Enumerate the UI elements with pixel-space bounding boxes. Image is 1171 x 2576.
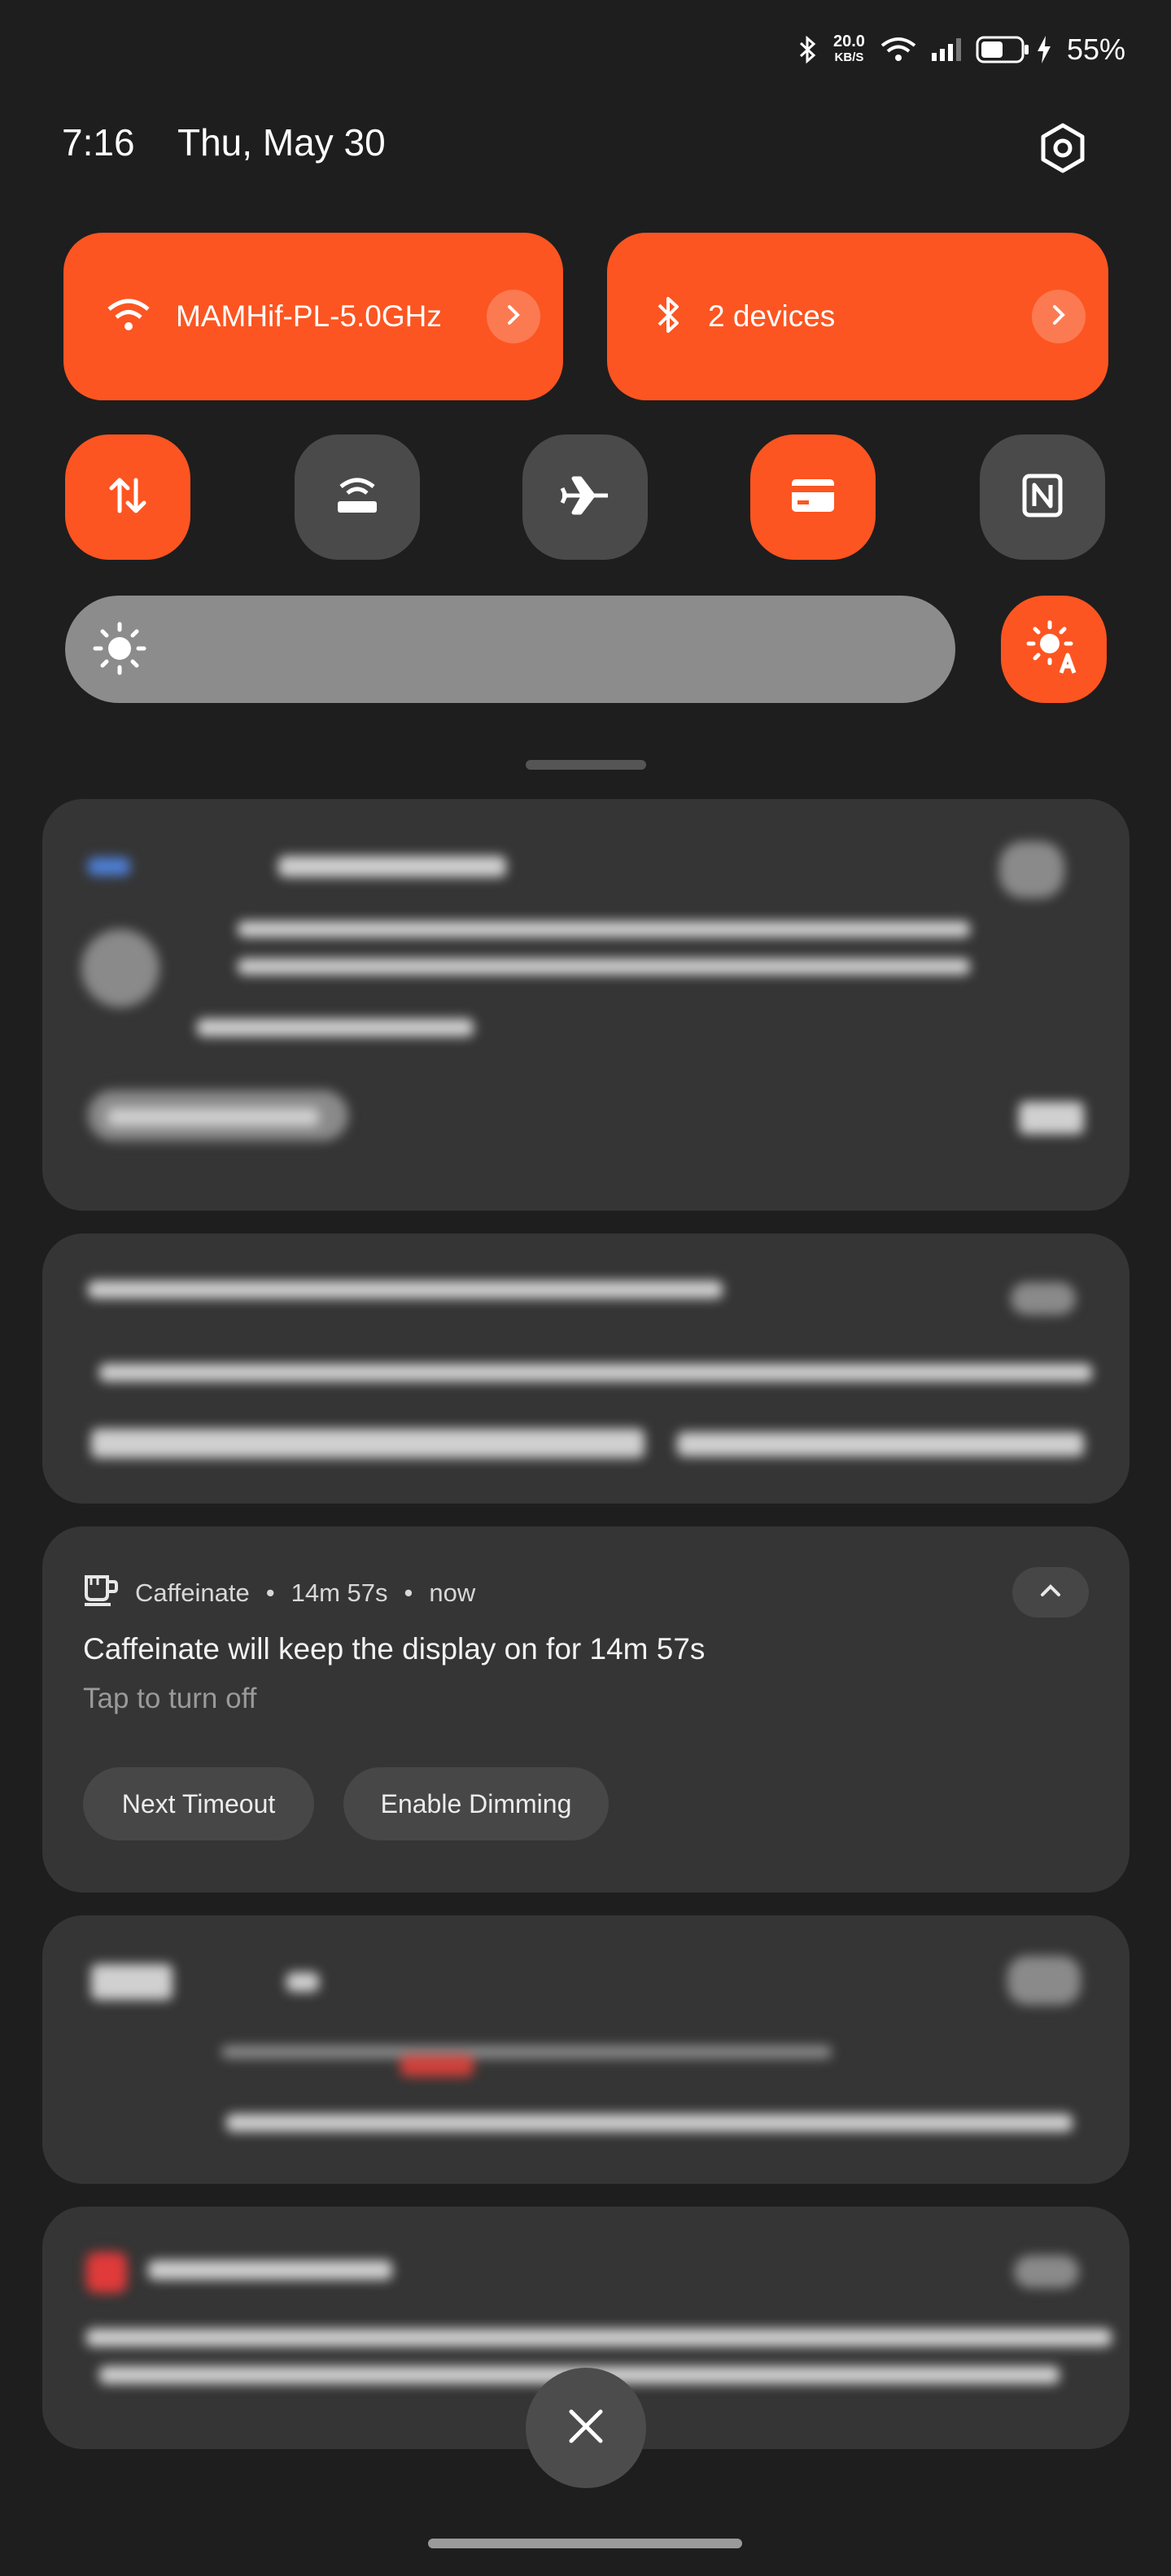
- brightness-icon: [93, 622, 146, 679]
- auto-brightness-icon: [1025, 619, 1082, 680]
- mobile-data-toggle[interactable]: [65, 434, 190, 560]
- wifi-details-button[interactable]: [487, 290, 540, 343]
- notification-header: Caffeinate • 14m 57s • now: [83, 1574, 475, 1613]
- separator: •: [404, 1578, 413, 1607]
- navigation-gesture-bar[interactable]: [428, 2539, 742, 2548]
- bluetooth-details-button[interactable]: [1032, 290, 1086, 343]
- app-name: Caffeinate: [135, 1578, 250, 1607]
- wifi-icon: [880, 36, 917, 63]
- notification-card-blurred[interactable]: [42, 1915, 1129, 2184]
- battery-icon: [976, 36, 1029, 63]
- network-speed: 20.0 KB/S: [833, 33, 865, 66]
- brightness-slider[interactable]: [65, 596, 955, 703]
- chevron-right-icon: [504, 303, 523, 330]
- card-wallet-toggle[interactable]: [750, 434, 876, 560]
- gear-icon: [1037, 122, 1089, 178]
- coffee-cup-icon: [83, 1574, 119, 1613]
- data-arrows-icon: [108, 475, 147, 520]
- next-timeout-button[interactable]: Next Timeout: [83, 1767, 314, 1840]
- wifi-network-name: MAMHif-PL-5.0GHz: [176, 299, 442, 333]
- airplane-mode-toggle[interactable]: [522, 434, 648, 560]
- remaining-duration: 14m 57s: [291, 1578, 388, 1607]
- chevron-up-icon: [1039, 1583, 1062, 1602]
- airplane-icon: [559, 474, 611, 522]
- clock[interactable]: 7:16: [62, 120, 135, 164]
- notification-time: now: [429, 1578, 476, 1607]
- clear-all-button[interactable]: [526, 2368, 646, 2488]
- wifi-tile[interactable]: MAMHif-PL-5.0GHz: [63, 233, 563, 400]
- nfc-toggle[interactable]: [980, 434, 1105, 560]
- hotspot-icon: [334, 475, 380, 520]
- enable-dimming-button[interactable]: Enable Dimming: [343, 1767, 609, 1840]
- date[interactable]: Thu, May 30: [177, 120, 386, 164]
- hotspot-toggle[interactable]: [295, 434, 420, 560]
- wifi-icon: [106, 296, 151, 338]
- charging-icon: [1036, 36, 1052, 63]
- status-bar: 20.0 KB/S 55%: [797, 33, 1125, 67]
- chevron-right-icon: [1049, 303, 1068, 330]
- battery-percent: 55%: [1066, 33, 1125, 66]
- card-icon: [790, 478, 836, 517]
- bluetooth-tile[interactable]: 2 devices: [607, 233, 1108, 400]
- close-icon: [566, 2407, 605, 2450]
- separator: •: [265, 1578, 275, 1607]
- notification-title: Caffeinate will keep the display on for …: [83, 1632, 706, 1666]
- notification-card-blurred[interactable]: [42, 1233, 1129, 1504]
- drag-handle[interactable]: [526, 760, 646, 770]
- bluetooth-devices-label: 2 devices: [708, 299, 836, 333]
- collapse-button[interactable]: [1012, 1567, 1089, 1618]
- notification-card-blurred[interactable]: [42, 799, 1129, 1211]
- bluetooth-icon: [797, 36, 819, 63]
- settings-button[interactable]: [1030, 117, 1095, 182]
- bluetooth-icon: [654, 295, 684, 339]
- notification-subtitle: Tap to turn off: [83, 1683, 257, 1714]
- signal-icon: [931, 38, 961, 61]
- caffeinate-notification[interactable]: Caffeinate • 14m 57s • now Caffeinate wi…: [42, 1526, 1129, 1893]
- auto-brightness-toggle[interactable]: [1001, 596, 1107, 703]
- network-speed-unit: KB/S: [834, 50, 864, 64]
- network-speed-value: 20.0: [833, 33, 865, 50]
- nfc-icon: [1022, 474, 1063, 522]
